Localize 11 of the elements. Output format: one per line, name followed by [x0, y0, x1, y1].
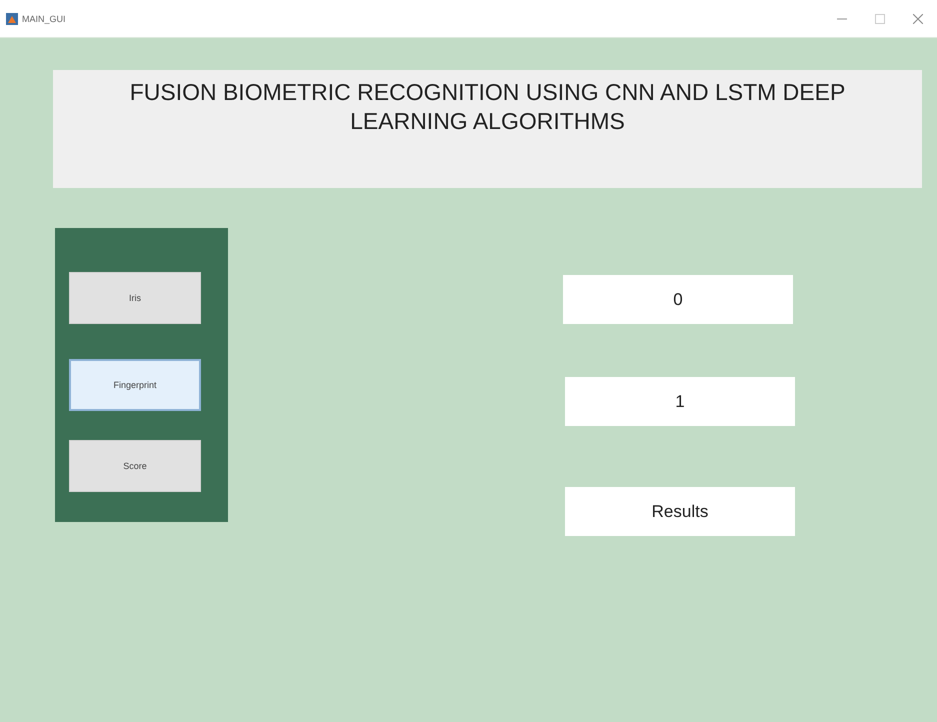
panel-button[interactable]: Score: [69, 440, 201, 492]
panel-button[interactable]: Fingerprint: [69, 359, 201, 411]
window-title: MAIN_GUI: [22, 14, 66, 24]
heading: FUSION BIOMETRIC RECOGNITION USING CNN AND LSTM DEEP LEARNING ALGORITHMS: [128, 78, 846, 136]
output-field: 0: [563, 275, 793, 324]
output-field: 1: [565, 377, 795, 426]
output-field: Results: [565, 487, 795, 536]
close-icon[interactable]: [913, 14, 923, 24]
app-icon: [6, 12, 18, 24]
panel-button[interactable]: Iris: [69, 272, 201, 324]
maximize-icon[interactable]: [875, 14, 885, 24]
